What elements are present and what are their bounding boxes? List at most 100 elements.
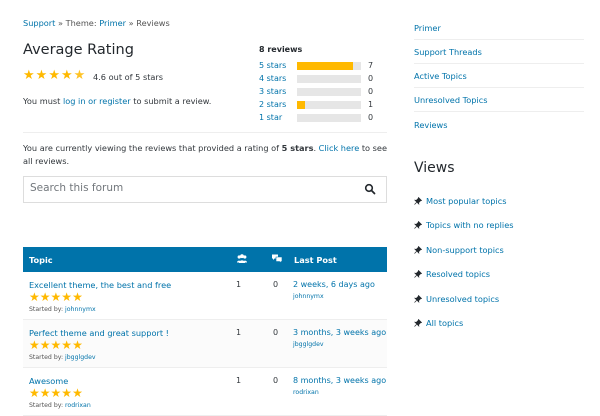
started-by-user-link[interactable]: jbgglgdev: [65, 354, 96, 361]
last-post-link[interactable]: 2 weeks, 6 days ago: [293, 280, 375, 289]
view-item[interactable]: Resolved topics: [414, 269, 490, 279]
breadcrumb-current: » Reviews: [126, 18, 170, 28]
topic-posts: 0: [273, 280, 279, 289]
star-icon: ★: [72, 386, 83, 400]
topic-voices: 1: [236, 280, 242, 289]
rating-filter-link[interactable]: 5 stars: [259, 61, 297, 70]
breadcrumb-theme-link[interactable]: Primer: [99, 18, 126, 28]
pin-icon: [414, 294, 422, 303]
pin-icon: [414, 221, 422, 230]
star-icon: ★: [61, 386, 73, 400]
last-post-link[interactable]: 3 months, 3 weeks ago: [293, 328, 386, 337]
users-icon: [237, 254, 247, 263]
view-item-label: Most popular topics: [426, 196, 507, 206]
started-by-user-link[interactable]: johnnymx: [65, 306, 96, 313]
last-post-author-link[interactable]: johnnymx: [293, 293, 324, 300]
rating-count: 1: [368, 100, 374, 109]
star-icon: ★: [35, 68, 48, 83]
star-icon: ★: [50, 290, 62, 304]
view-item[interactable]: Topics with no replies: [414, 220, 514, 230]
star-icon: ★: [50, 386, 62, 400]
topic-posts: 0: [273, 376, 279, 385]
rating-count: 0: [368, 87, 374, 96]
view-item-label: All topics: [426, 318, 464, 328]
last-post-author-link[interactable]: rodrixan: [293, 389, 319, 396]
average-rating-title: Average Rating: [23, 42, 134, 58]
topic-rating-stars: ★ ★ ★ ★ ★: [29, 291, 83, 303]
sidebar-link-reviews[interactable]: Reviews: [414, 120, 447, 130]
star-icon: ★: [73, 68, 86, 83]
view-item[interactable]: Non-support topics: [414, 245, 504, 255]
breadcrumb-separator: » Theme:: [55, 18, 100, 28]
topic-rating-stars: ★ ★ ★ ★ ★: [29, 339, 83, 351]
topic-started-by: Started by: johnnymx: [29, 306, 96, 313]
rating-bar: [297, 74, 361, 83]
filter-prefix: You are currently viewing the reviews th…: [23, 143, 282, 153]
view-item-label: Non-support topics: [426, 244, 504, 255]
sidebar-separator: [414, 63, 584, 64]
see-all-reviews-link[interactable]: Click here: [319, 143, 360, 153]
view-item-label: Resolved topics: [426, 269, 491, 280]
topic-title-link[interactable]: Perfect theme and great support !: [29, 328, 169, 338]
last-post-author-link[interactable]: jbgglgdev: [293, 341, 324, 348]
view-item[interactable]: All topics: [414, 318, 463, 328]
sidebar-separator: [414, 111, 584, 112]
topic-started-by: Started by: rodrixan: [29, 402, 91, 409]
star-icon: ★: [29, 386, 40, 400]
sidebar-link-unresolved-topics[interactable]: Unresolved Topics: [414, 95, 488, 105]
pin-icon: [414, 319, 422, 327]
topic-rating-stars: ★ ★ ★ ★ ★: [29, 387, 83, 399]
table-row: Perfect theme and great support ! ★ ★ ★ ★ ★ St…: [23, 320, 387, 368]
topic-started-by: Started by: jbgglgdev: [29, 354, 96, 361]
started-by-label: Started by:: [29, 306, 66, 313]
rating-count: 7: [368, 61, 374, 70]
rating-bar: [297, 61, 361, 70]
started-by-user-link[interactable]: rodrixan: [65, 402, 91, 409]
rating-filter-link[interactable]: 4 stars: [259, 74, 297, 83]
search-icon[interactable]: [364, 183, 376, 195]
rating-bar-fill: [297, 61, 353, 70]
rating-bar: [297, 100, 361, 109]
breadcrumb-support-link[interactable]: Support: [23, 18, 55, 28]
topic-posts: 0: [273, 328, 279, 337]
view-item[interactable]: Most popular topics: [414, 196, 506, 206]
star-icon: ★: [29, 290, 40, 304]
star-icon: ★: [72, 338, 83, 352]
header-topic: Topic: [29, 255, 53, 265]
started-by-label: Started by:: [29, 402, 66, 409]
rating-count: 0: [368, 74, 374, 83]
view-item-label: Topics with no replies: [426, 220, 514, 231]
rating-count-row: 1 star 0: [259, 111, 389, 124]
rating-count: 0: [368, 113, 374, 122]
sidebar-separator: [414, 39, 584, 40]
rating-filter-link[interactable]: 1 star: [259, 113, 297, 122]
table-row: Awesome ★ ★ ★ ★ ★ Started by: rodrixan 1 0 8 mont…: [23, 368, 387, 416]
table-row: Excellent theme, the best and free ★ ★ ★ ★ ★ S…: [23, 272, 387, 320]
average-rating-text: 4.6 out of 5 stars: [93, 72, 164, 82]
rating-count-row: 5 stars 7: [259, 59, 389, 72]
topic-title-link[interactable]: Awesome: [29, 376, 68, 386]
topic-title-link[interactable]: Excellent theme, the best and free: [29, 280, 171, 290]
star-icon: ★: [61, 338, 73, 352]
login-notice: You must log in or register to submit a …: [23, 96, 211, 106]
review-count-title: 8 reviews: [259, 45, 303, 54]
rating-filter-link[interactable]: 3 stars: [259, 87, 297, 96]
sidebar-link-support-threads[interactable]: Support Threads: [414, 47, 482, 57]
comments-icon: [272, 254, 283, 264]
last-post-link[interactable]: 8 months, 3 weeks ago: [293, 376, 386, 385]
pin-icon: [414, 197, 422, 205]
sidebar-link-primer[interactable]: Primer: [414, 23, 441, 33]
view-item[interactable]: Unresolved topics: [414, 294, 499, 304]
search-form[interactable]: Search this forum: [23, 176, 387, 203]
star-icon: ★: [50, 338, 62, 352]
sidebar-link-active-topics[interactable]: Active Topics: [414, 71, 467, 81]
filter-notice: You are currently viewing the reviews th…: [23, 142, 387, 168]
divider: [23, 132, 387, 133]
login-register-link[interactable]: log in or register: [63, 96, 131, 106]
star-icon: ★: [48, 68, 60, 83]
started-by-label: Started by:: [29, 354, 66, 361]
star-icon: ★: [39, 386, 51, 400]
rating-filter-link[interactable]: 2 stars: [259, 100, 297, 109]
rating-count-row: 3 stars 0: [259, 85, 389, 98]
search-input[interactable]: Search this forum: [30, 182, 123, 194]
